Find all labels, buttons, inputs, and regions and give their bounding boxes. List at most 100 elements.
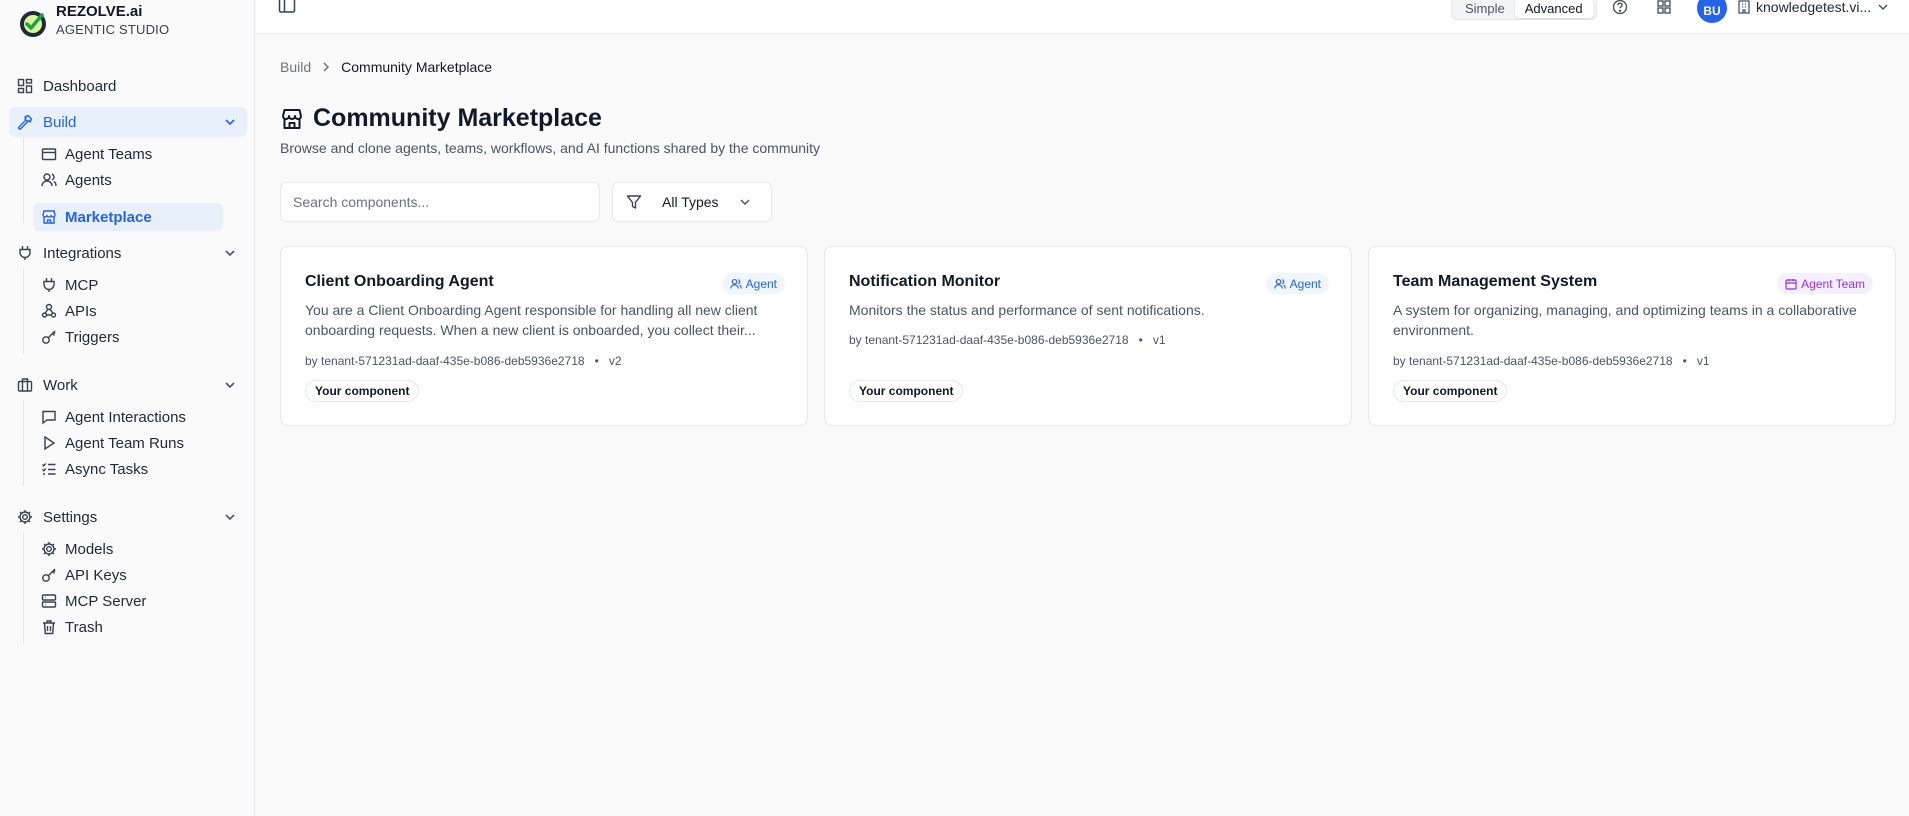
sidebar-group-build[interactable]: Build — [9, 107, 247, 137]
brand-name: REZOLVE.ai — [56, 3, 143, 20]
type-badge-label: Agent — [745, 276, 777, 291]
brand-subtitle: AGENTIC STUDIO — [56, 22, 170, 37]
chevron-down-icon — [225, 250, 235, 257]
submenu-line — [23, 137, 24, 223]
store-icon — [42, 210, 56, 224]
topbar: Simple Advanced BU knowledgetest.vi... — [256, 0, 1909, 34]
type-filter-select[interactable]: All Types — [612, 182, 772, 222]
help-icon[interactable] — [1612, 0, 1628, 15]
chevron-down-icon — [225, 382, 235, 389]
sidebar-group-settings[interactable]: Settings — [9, 502, 247, 532]
sidebar-group-integrations[interactable]: Integrations — [9, 238, 247, 268]
sidebar-item-label: Agent Teams — [65, 145, 153, 163]
logo-icon — [20, 11, 46, 37]
store-icon — [282, 108, 302, 129]
card-title: Client Onboarding Agent — [305, 273, 494, 290]
search-input[interactable] — [280, 182, 600, 222]
breadcrumb: Build Community Marketplace — [280, 59, 492, 75]
chevron-down-icon — [1878, 4, 1888, 11]
users-icon — [41, 173, 57, 187]
card-title: Notification Monitor — [849, 273, 1001, 290]
mode-simple-button[interactable]: Simple — [1455, 0, 1515, 18]
sidebar-item-label: MCP Server — [65, 592, 147, 610]
card-title: Team Management System — [1393, 273, 1598, 290]
sidebar-item-label: API Keys — [65, 566, 127, 584]
mode-toggle: Simple Advanced — [1451, 0, 1597, 20]
sidebar-item-dashboard[interactable]: Dashboard — [9, 71, 247, 101]
chevron-down-icon — [225, 514, 235, 521]
sidebar-item-mcp-server[interactable]: MCP Server — [33, 587, 223, 615]
submenu-line — [23, 400, 24, 486]
sidebar-item-mcp[interactable]: MCP — [33, 271, 223, 299]
your-component-tag: Your component — [1393, 380, 1508, 402]
breadcrumb-build[interactable]: Build — [280, 59, 311, 75]
briefcase-icon — [17, 378, 33, 392]
briefcase-icon — [41, 148, 57, 161]
avatar[interactable]: BU — [1697, 0, 1727, 23]
filter-icon — [626, 195, 642, 209]
sidebar-item-marketplace[interactable]: Marketplace — [33, 203, 223, 231]
type-badge: Agent — [1265, 273, 1329, 294]
sidebar-item-api-keys[interactable]: API Keys — [33, 561, 223, 589]
sidebar-item-models[interactable]: Models — [33, 535, 223, 563]
component-card[interactable]: Notification Monitor Agent Monitors the … — [824, 246, 1352, 426]
submenu-line — [23, 268, 24, 354]
list-checks-icon — [42, 463, 56, 475]
plug-icon — [43, 278, 55, 292]
sidebar-item-async-tasks[interactable]: Async Tasks — [33, 455, 223, 483]
sidebar-item-agent-teams[interactable]: Agent Teams — [33, 140, 223, 168]
sidebar-item-label: Settings — [43, 508, 98, 526]
your-component-tag: Your component — [305, 380, 420, 402]
sidebar-item-label: Models — [65, 540, 114, 558]
page-title: Community Marketplace — [313, 104, 602, 132]
sidebar-item-label: MCP — [65, 276, 99, 294]
dashboard-icon — [17, 78, 33, 94]
trash-icon — [43, 620, 55, 635]
hammer-icon — [17, 114, 33, 130]
sidebar-item-label: Async Tasks — [65, 460, 149, 478]
sidebar-item-agent-interactions[interactable]: Agent Interactions — [33, 403, 223, 431]
card-version: v1 — [1696, 354, 1710, 368]
card-description: A system for organizing, managing, and o… — [1393, 302, 1857, 338]
sidebar-toggle-icon[interactable] — [278, 0, 296, 16]
sidebar-item-agents[interactable]: Agents — [33, 166, 223, 194]
card-version: v1 — [1152, 333, 1166, 347]
type-badge: Agent — [721, 273, 785, 294]
chevron-right-icon — [323, 62, 330, 72]
card-meta: by tenant-571231ad-daaf-435e-b086-deb593… — [1393, 354, 1710, 368]
card-description: Monitors the status and performance of s… — [849, 302, 1205, 318]
sidebar: REZOLVE.ai AGENTIC STUDIO Dashboard Buil… — [0, 0, 255, 816]
tenant-selector[interactable]: knowledgetest.vi... — [1737, 0, 1889, 15]
type-badge: Agent Team — [1777, 273, 1873, 294]
card-description: You are a Client Onboarding Agent respon… — [305, 302, 758, 338]
sidebar-item-label: Agent Team Runs — [65, 434, 184, 452]
card-author: by tenant-571231ad-daaf-435e-b086-deb593… — [1393, 354, 1673, 368]
type-badge-label: Agent Team — [1801, 276, 1865, 291]
brand[interactable]: REZOLVE.ai AGENTIC STUDIO — [18, 3, 169, 39]
sidebar-item-label: Agent Interactions — [65, 408, 186, 426]
sidebar-item-label: Agents — [65, 171, 112, 189]
gear-icon — [42, 542, 56, 556]
sidebar-item-label: Build — [43, 113, 77, 131]
sidebar-group-work[interactable]: Work — [9, 370, 247, 400]
users-icon — [1273, 278, 1286, 289]
sidebar-item-agent-team-runs[interactable]: Agent Team Runs — [33, 429, 223, 457]
calendar-icon — [1785, 278, 1797, 290]
gear-icon — [18, 510, 32, 524]
users-icon — [729, 278, 742, 289]
sidebar-item-triggers[interactable]: Triggers — [33, 323, 223, 351]
component-card[interactable]: Client Onboarding Agent Agent You are a … — [280, 246, 808, 426]
chevron-down-icon — [740, 199, 750, 206]
webhook-icon — [41, 303, 57, 318]
sidebar-item-trash[interactable]: Trash — [33, 613, 223, 641]
component-card[interactable]: Team Management System Agent Team A syst… — [1368, 246, 1896, 426]
card-author: by tenant-571231ad-daaf-435e-b086-deb593… — [305, 354, 585, 368]
tenant-name: knowledgetest.vi... — [1756, 0, 1872, 15]
sidebar-item-apis[interactable]: APIs — [33, 297, 223, 325]
server-icon — [41, 594, 57, 608]
mode-advanced-button[interactable]: Advanced — [1514, 0, 1593, 18]
sidebar-item-label: Work — [43, 376, 78, 394]
sidebar-item-label: Trash — [65, 618, 103, 636]
sidebar-item-label: Integrations — [43, 244, 122, 262]
apps-grid-icon[interactable] — [1656, 0, 1672, 15]
